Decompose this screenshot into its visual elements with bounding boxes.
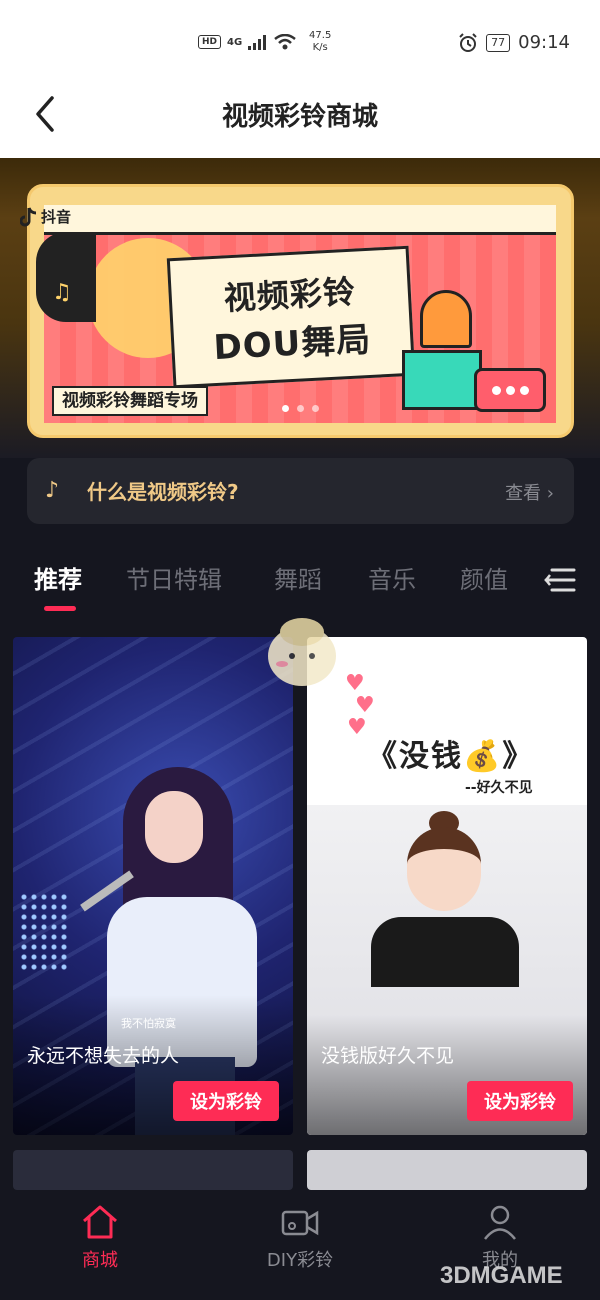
set-ringtone-button[interactable]: 设为彩铃 (467, 1081, 573, 1121)
video-headline: 《没钱💰》 (367, 739, 535, 774)
signal-icon (248, 35, 267, 50)
network-type: 4G (227, 36, 243, 48)
pagination-dot[interactable] (281, 405, 289, 412)
hd-badge: HD (198, 35, 222, 49)
card-title: 没钱版好久不见 (321, 1045, 455, 1067)
battery-indicator: 77 (486, 33, 511, 52)
nav-label: 商城 (82, 1250, 118, 1271)
status-left: HD 4G 47.5 K/s (198, 30, 334, 54)
person-icon (484, 1205, 516, 1240)
mascot-watermark-icon (268, 618, 336, 686)
info-text: 什么是视频彩铃? (87, 480, 239, 504)
video-caption: 我不怕寂寞 (121, 1017, 176, 1030)
tab-looks[interactable]: 颜值 (460, 560, 508, 595)
next-card-preview[interactable] (307, 1150, 587, 1190)
banner-title-line2: DOU舞局 (212, 319, 373, 368)
speed-unit: K/s (312, 42, 328, 53)
site-watermark: 3DMGAME (440, 1262, 563, 1289)
header: 视频彩铃商城 (0, 80, 600, 158)
douyin-logo: 抖音 (20, 206, 71, 227)
view-link-label: 查看 (505, 483, 542, 504)
chevron-right-icon: › (546, 483, 554, 504)
music-note-icon: ♫ (52, 280, 72, 305)
stage-light-rig (19, 892, 69, 972)
home-icon (83, 1205, 117, 1239)
banner-grid-shape (402, 350, 482, 410)
set-ringtone-button[interactable]: 设为彩铃 (173, 1081, 279, 1121)
ringtone-card[interactable]: 我不怕寂寞 永远不想失去的人 设为彩铃 (13, 637, 293, 1135)
tab-holiday-special[interactable]: 节日特辑 (126, 560, 222, 595)
banner-record-shape (36, 232, 96, 322)
alarm-icon (459, 32, 477, 52)
nav-diy-ringtone[interactable]: DIY彩铃 (240, 1204, 360, 1272)
speed-value: 47.5 (309, 30, 332, 41)
video-camera-icon (281, 1210, 319, 1236)
banner-pagination (0, 405, 600, 412)
pagination-dot[interactable] (296, 405, 304, 412)
music-note-icon: ♪ (45, 478, 60, 503)
banner-topbar (44, 205, 556, 235)
clock: 09:14 (518, 32, 570, 53)
cartoon-avatar-image (367, 811, 527, 987)
brand-label: 抖音 (41, 208, 72, 226)
card-title: 永远不想失去的人 (27, 1045, 180, 1067)
category-tabs: 推荐 节日特辑 舞蹈 音乐 颜值 (0, 560, 600, 616)
nav-mall[interactable]: 商城 (40, 1204, 160, 1272)
wifi-icon (274, 34, 296, 50)
view-link[interactable]: 查看 › (505, 479, 554, 505)
pagination-dot[interactable] (311, 405, 319, 412)
ringtone-card[interactable]: ♥ ♥ ♥ 《没钱💰》 --好久不见 没钱版好久不见 设为彩铃 (307, 637, 587, 1135)
nav-label: DIY彩铃 (266, 1250, 334, 1271)
banner-title-panel: 视频彩铃 DOU舞局 (166, 245, 416, 389)
bell-icon (420, 290, 472, 348)
tiktok-icon (20, 206, 37, 226)
next-card-preview[interactable] (13, 1150, 293, 1190)
status-bar: HD 4G 47.5 K/s 77 09:14 (0, 0, 600, 80)
top-area: HD 4G 47.5 K/s 77 09:14 视频彩铃商城 (0, 0, 600, 158)
tab-music[interactable]: 音乐 (368, 560, 416, 595)
banner-title-line1: 视频彩铃 (222, 272, 357, 317)
active-tab-indicator (44, 606, 76, 611)
what-is-video-ringtone-bar[interactable]: ♪ 什么是视频彩铃? 查看 › (27, 458, 574, 524)
tabs-menu-icon[interactable] (544, 566, 576, 594)
tab-recommended[interactable]: 推荐 (34, 560, 82, 595)
status-right: 77 09:14 (458, 32, 570, 53)
network-speed: 47.5 K/s (306, 30, 334, 54)
page-title: 视频彩铃商城 (221, 102, 378, 132)
tab-dance[interactable]: 舞蹈 (274, 560, 322, 595)
video-subline: --好久不见 (465, 780, 533, 796)
